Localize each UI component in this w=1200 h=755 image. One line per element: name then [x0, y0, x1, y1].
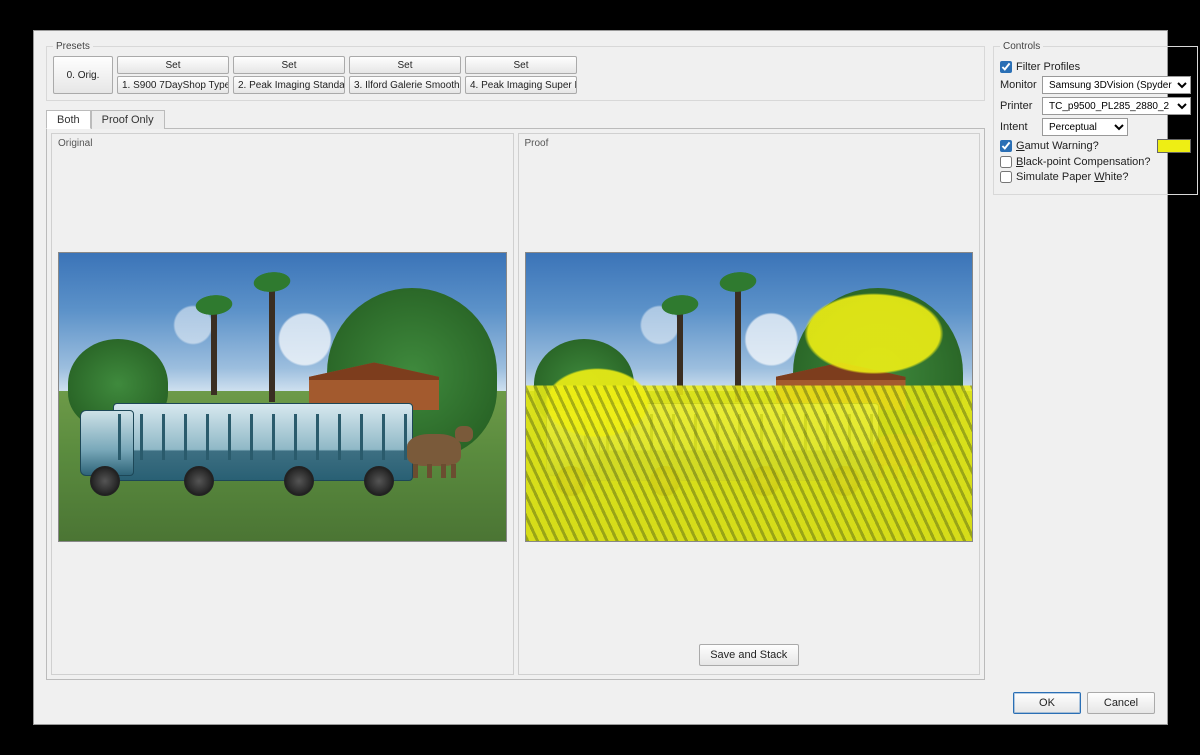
- wheel-icon: [284, 466, 314, 496]
- original-pane: Original: [51, 133, 514, 675]
- printer-row: Printer TC_p9500_PL285_2880_2: [1000, 97, 1191, 115]
- monitor-select[interactable]: Samsung 3DVision (Spyder: [1042, 76, 1191, 94]
- palm-tree: [735, 282, 741, 402]
- preset-2-set-button[interactable]: Set: [233, 56, 345, 74]
- monitor-label: Monitor: [1000, 79, 1038, 91]
- train-windows: [118, 414, 408, 460]
- tab-both[interactable]: Both: [46, 110, 91, 129]
- views-row: Original: [51, 133, 980, 675]
- wheel-icon: [650, 466, 680, 496]
- controls-group: Controls Filter Profiles Monitor Samsung…: [993, 41, 1198, 195]
- preset-4-select-button[interactable]: 4. Peak Imaging Super High Glo: [465, 76, 577, 94]
- preset-col-orig: 0. Orig.: [53, 56, 113, 94]
- original-image: [58, 252, 507, 542]
- left-panel: Presets 0. Orig. Set 1. S900 7DayShop Ty…: [46, 41, 985, 680]
- preset-1-select-button[interactable]: 1. S900 7DayShop Type 41: [117, 76, 229, 94]
- dialog-footer: OK Cancel: [34, 684, 1167, 724]
- printer-select[interactable]: TC_p9500_PL285_2880_2: [1042, 97, 1191, 115]
- intent-select[interactable]: Perceptual: [1042, 118, 1128, 136]
- proof-image: [525, 252, 974, 542]
- gamut-warning-checkbox[interactable]: [1000, 140, 1012, 152]
- view-tabs: Both Proof Only: [46, 109, 985, 128]
- simulate-paper-checkbox[interactable]: [1000, 171, 1012, 183]
- preset-orig-button[interactable]: 0. Orig.: [53, 56, 113, 94]
- wheel-icon: [90, 466, 120, 496]
- right-panel: Controls Filter Profiles Monitor Samsung…: [993, 41, 1155, 680]
- tourist-train: [579, 403, 879, 481]
- proof-label: Proof: [525, 138, 974, 149]
- palm-tree: [211, 305, 217, 395]
- preset-1-set-button[interactable]: Set: [117, 56, 229, 74]
- filter-profiles-row: Filter Profiles: [1000, 61, 1191, 73]
- train-windows: [584, 414, 874, 460]
- presets-legend: Presets: [53, 41, 93, 52]
- preset-3-select-button[interactable]: 3. Ilford Galerie Smooth Gloss: [349, 76, 461, 94]
- save-and-stack-button[interactable]: Save and Stack: [699, 644, 799, 666]
- preset-2-select-button[interactable]: 2. Peak Imaging Standard: [233, 76, 345, 94]
- simulate-paper-label: Simulate Paper White?: [1016, 171, 1129, 183]
- filter-profiles-label: Filter Profiles: [1016, 61, 1080, 73]
- wheel-icon: [556, 466, 586, 496]
- preset-col-1: Set 1. S900 7DayShop Type 41: [117, 56, 229, 94]
- wheel-icon: [830, 466, 860, 496]
- controls-legend: Controls: [1000, 41, 1043, 52]
- intent-label: Intent: [1000, 121, 1038, 133]
- black-point-row: Black-point Compensation?: [1000, 156, 1191, 168]
- cancel-button[interactable]: Cancel: [1087, 692, 1155, 714]
- intent-row: Intent Perceptual: [1000, 118, 1191, 136]
- filter-profiles-checkbox[interactable]: [1000, 61, 1012, 73]
- soft-proof-dialog: Presets 0. Orig. Set 1. S900 7DayShop Ty…: [33, 30, 1168, 725]
- preset-col-3: Set 3. Ilford Galerie Smooth Gloss: [349, 56, 461, 94]
- original-label: Original: [58, 138, 507, 149]
- preset-4-set-button[interactable]: Set: [465, 56, 577, 74]
- monitor-row: Monitor Samsung 3DVision (Spyder: [1000, 76, 1191, 94]
- cow-shape: [873, 434, 927, 466]
- black-point-label: Black-point Compensation?: [1016, 156, 1151, 168]
- tourist-train: [113, 403, 413, 481]
- preset-col-2: Set 2. Peak Imaging Standard: [233, 56, 345, 94]
- simulate-paper-row: Simulate Paper White?: [1000, 171, 1191, 183]
- preset-col-4: Set 4. Peak Imaging Super High Glo: [465, 56, 577, 94]
- preset-row: 0. Orig. Set 1. S900 7DayShop Type 41 Se…: [53, 56, 978, 94]
- palm-tree: [677, 305, 683, 395]
- tab-body: Original: [46, 128, 985, 680]
- gamut-color-swatch[interactable]: [1157, 139, 1191, 153]
- save-row: Save and Stack: [519, 638, 980, 668]
- gamut-warning-row: Gamut Warning?: [1000, 139, 1191, 153]
- gamut-warning-label: Gamut Warning?: [1016, 140, 1099, 152]
- ok-button[interactable]: OK: [1013, 692, 1081, 714]
- presets-group: Presets 0. Orig. Set 1. S900 7DayShop Ty…: [46, 41, 985, 101]
- palm-tree: [269, 282, 275, 402]
- wheel-icon: [184, 466, 214, 496]
- wheel-icon: [750, 466, 780, 496]
- wheel-icon: [364, 466, 394, 496]
- black-point-checkbox[interactable]: [1000, 156, 1012, 168]
- tab-proof-only[interactable]: Proof Only: [91, 110, 165, 129]
- preset-3-set-button[interactable]: Set: [349, 56, 461, 74]
- content-area: Presets 0. Orig. Set 1. S900 7DayShop Ty…: [34, 31, 1167, 684]
- proof-pane: Proof: [518, 133, 981, 675]
- cow-shape: [407, 434, 461, 466]
- printer-label: Printer: [1000, 100, 1038, 112]
